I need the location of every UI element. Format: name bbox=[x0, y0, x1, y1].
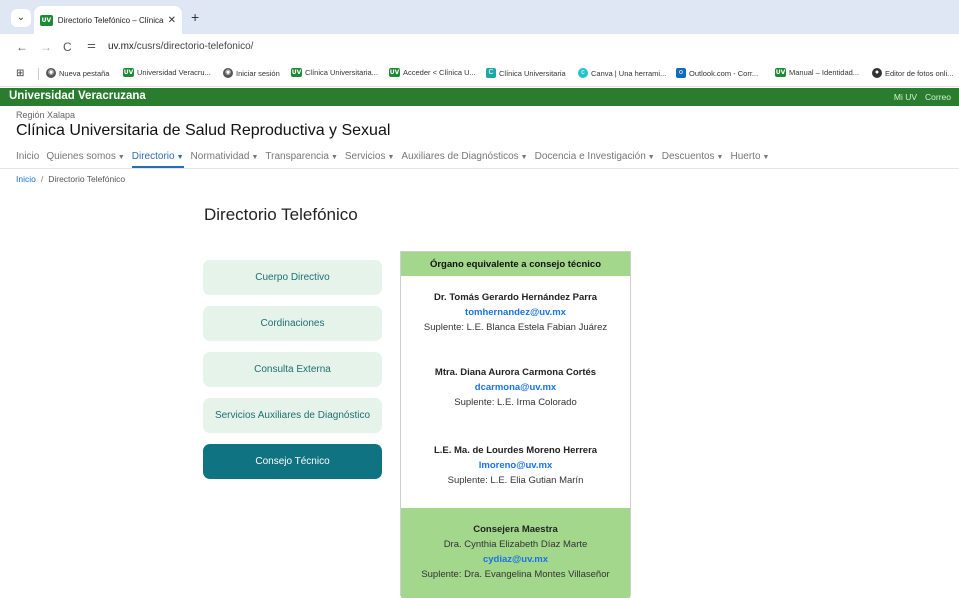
consejo-tecnico-button[interactable]: Consejo Técnico bbox=[203, 444, 382, 479]
uv-favicon: UV bbox=[123, 68, 134, 77]
member-email-link[interactable]: lmoreno@uv.mx bbox=[401, 460, 630, 471]
caret-down-icon: ▼ bbox=[520, 154, 528, 161]
bookmark-item[interactable]: UV Manual – Identidad... bbox=[775, 68, 859, 77]
caret-down-icon: ▼ bbox=[251, 154, 259, 161]
canva-icon: c bbox=[578, 68, 588, 78]
browser-tab-bar: ⌄ UV Directorio Telefónico – Clínica U ✕… bbox=[0, 0, 959, 34]
nav-item-inicio[interactable]: Inicio bbox=[16, 150, 39, 168]
chrome-icon: ◉ bbox=[46, 68, 56, 78]
reload-icon[interactable]: C bbox=[63, 40, 72, 54]
caret-down-icon: ▼ bbox=[330, 154, 338, 161]
nav-item-descuentos[interactable]: Descuentos ▼ bbox=[662, 150, 724, 168]
caret-down-icon: ▼ bbox=[762, 154, 770, 161]
nav-item-directorio[interactable]: Directorio ▼ bbox=[131, 150, 184, 168]
consulta-externa-button[interactable]: Consulta Externa bbox=[203, 352, 382, 387]
nav-item-quienes-somos[interactable]: Quienes somos ▼ bbox=[46, 150, 124, 168]
uv-top-links: Mi UV Correo bbox=[886, 92, 951, 102]
member-suplente: Suplente: L.E. Irma Colorado bbox=[454, 397, 577, 408]
back-arrow-icon[interactable]: ← bbox=[16, 40, 28, 54]
nav-item-normatividad[interactable]: Normatividad ▼ bbox=[191, 150, 259, 168]
uv-favicon: UV bbox=[291, 68, 302, 77]
main-nav: Inicio Quienes somos ▼ Directorio ▼ Normat… bbox=[16, 150, 776, 168]
url-domain: uv.mx bbox=[108, 41, 134, 52]
url-bar[interactable]: ⚌ uv.mx/cusrs/directorio-telefonico/ bbox=[86, 37, 948, 58]
bookmark-item[interactable]: UV Clínica Universitaria... bbox=[291, 68, 378, 77]
new-tab-icon[interactable]: + bbox=[191, 10, 199, 24]
uv-top-bar: Universidad Veracruzana Mi UV Correo bbox=[0, 88, 959, 106]
forward-arrow-icon[interactable]: → bbox=[40, 40, 52, 54]
member-name: L.E. Ma. de Lourdes Moreno Herrera bbox=[433, 445, 598, 456]
correo-link[interactable]: Correo bbox=[925, 92, 951, 102]
member-email-link[interactable]: dcarmona@uv.mx bbox=[401, 382, 630, 393]
lead-entry: Consejera Maestra Dra. Cynthia Elizabeth… bbox=[401, 524, 630, 580]
bookmark-item[interactable]: C Clínica Universitaria bbox=[486, 68, 566, 78]
nav-item-auxiliares[interactable]: Auxiliares de Diagnósticos ▼ bbox=[401, 150, 527, 168]
bookmark-item[interactable]: UV Acceder < Clínica U... bbox=[389, 68, 476, 77]
lead-name: Dra. Cynthia Elizabeth Díaz Marte bbox=[443, 539, 588, 550]
bookmark-item[interactable]: ● Editor de fotos onli... bbox=[872, 68, 953, 78]
caret-down-icon: ▼ bbox=[387, 154, 395, 161]
consejo-tecnico-card: Órgano equivalente a consejo técnico Dr.… bbox=[400, 251, 631, 598]
uv-favicon: UV bbox=[389, 68, 400, 77]
site-info-icon[interactable]: ⚌ bbox=[87, 40, 96, 51]
url-path: /cusrs/directorio-telefonico/ bbox=[133, 41, 254, 52]
consejera-maestra-block: Consejera Maestra Dra. Cynthia Elizabeth… bbox=[401, 508, 630, 598]
outlook-icon: o bbox=[676, 68, 686, 78]
mi-uv-link[interactable]: Mi UV bbox=[894, 92, 917, 102]
member-email-link[interactable]: tomhernandez@uv.mx bbox=[401, 307, 630, 318]
lead-role: Consejera Maestra bbox=[473, 524, 558, 535]
address-bar-row: ← → C ⚌ uv.mx/cusrs/directorio-telefonic… bbox=[0, 34, 959, 61]
card-heading: Órgano equivalente a consejo técnico bbox=[401, 252, 630, 276]
uv-brand-link[interactable]: Universidad Veracruzana bbox=[9, 90, 146, 102]
uv-favicon: UV bbox=[40, 14, 53, 26]
breadcrumb: Inicio / Directorio Telefónico bbox=[16, 174, 125, 184]
bookmarks-bar: ⊞ ◉ Nueva pestaña UV Universidad Veracru..… bbox=[0, 61, 959, 87]
member-entry: Mtra. Diana Aurora Carmona Cortés dcarmo… bbox=[401, 367, 630, 408]
site-title[interactable]: Clínica Universitaria de Salud Reproduct… bbox=[16, 122, 390, 140]
nav-item-docencia[interactable]: Docencia e Investigación ▼ bbox=[535, 150, 655, 168]
breadcrumb-separator: / bbox=[40, 174, 44, 184]
nav-item-servicios[interactable]: Servicios ▼ bbox=[345, 150, 395, 168]
uv-favicon: UV bbox=[775, 68, 786, 77]
member-suplente: Suplente: L.E. Blanca Estela Fabian Juár… bbox=[423, 322, 608, 333]
url-text[interactable]: uv.mx/cusrs/directorio-telefonico/ bbox=[108, 41, 253, 52]
browser-tab-active[interactable]: UV Directorio Telefónico – Clínica U ✕ bbox=[34, 6, 182, 34]
member-name: Dr. Tomás Gerardo Hernández Parra bbox=[434, 292, 597, 303]
member-suplente: Suplente: L.E. Elia Gutian Marín bbox=[447, 475, 584, 486]
bookmark-item[interactable]: ◉ Iniciar sesión bbox=[223, 68, 280, 78]
region-label: Región Xalapa bbox=[16, 110, 76, 120]
cuerpo-directivo-button[interactable]: Cuerpo Directivo bbox=[203, 260, 382, 295]
lead-suplente: Suplente: Dra. Evangelina Montes Villase… bbox=[421, 569, 610, 580]
bookmark-item[interactable]: ◉ Nueva pestaña bbox=[46, 68, 109, 78]
c-favicon: C bbox=[486, 68, 496, 78]
caret-down-icon: ▼ bbox=[647, 154, 655, 161]
nav-item-huerto[interactable]: Huerto ▼ bbox=[730, 150, 769, 168]
member-entry: L.E. Ma. de Lourdes Moreno Herrera lmore… bbox=[401, 445, 630, 486]
bookmark-item[interactable]: c Canva | Una herrami... bbox=[578, 68, 666, 78]
nav-item-transparencia[interactable]: Transparencia ▼ bbox=[265, 150, 338, 168]
apps-grid-icon[interactable]: ⊞ bbox=[16, 68, 24, 79]
tab-search-chevron-icon[interactable]: ⌄ bbox=[11, 9, 31, 27]
bookmark-item[interactable]: o Outlook.com - Corr... bbox=[676, 68, 758, 78]
breadcrumb-current: Directorio Telefónico bbox=[48, 174, 126, 184]
page-title: Directorio Telefónico bbox=[204, 205, 358, 224]
tab-title: Directorio Telefónico – Clínica U bbox=[57, 15, 164, 25]
photo-editor-icon: ● bbox=[872, 68, 882, 78]
nav-divider bbox=[0, 168, 959, 169]
lead-email-link[interactable]: cydiaz@uv.mx bbox=[401, 554, 630, 565]
bookmark-item[interactable]: UV Universidad Veracru... bbox=[123, 68, 211, 77]
bookmarks-divider bbox=[38, 68, 39, 80]
cordinaciones-button[interactable]: Cordinaciones bbox=[203, 306, 382, 341]
caret-down-icon: ▼ bbox=[716, 154, 724, 161]
caret-down-icon: ▼ bbox=[176, 154, 184, 161]
member-entry: Dr. Tomás Gerardo Hernández Parra tomher… bbox=[401, 292, 630, 333]
caret-down-icon: ▼ bbox=[117, 154, 125, 161]
member-name: Mtra. Diana Aurora Carmona Cortés bbox=[434, 367, 597, 378]
servicios-auxiliares-button[interactable]: Servicios Auxiliares de Diagnóstico bbox=[203, 398, 382, 433]
chrome-icon: ◉ bbox=[223, 68, 233, 78]
breadcrumb-home-link[interactable]: Inicio bbox=[16, 174, 36, 184]
close-tab-icon[interactable]: ✕ bbox=[168, 15, 176, 26]
